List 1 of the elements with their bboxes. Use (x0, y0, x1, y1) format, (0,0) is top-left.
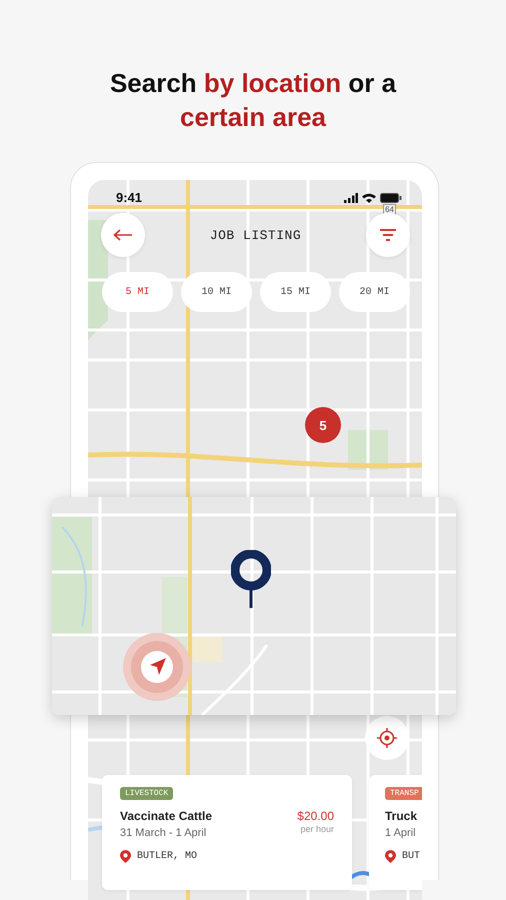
headline: Search by location or a certain area (108, 67, 398, 134)
